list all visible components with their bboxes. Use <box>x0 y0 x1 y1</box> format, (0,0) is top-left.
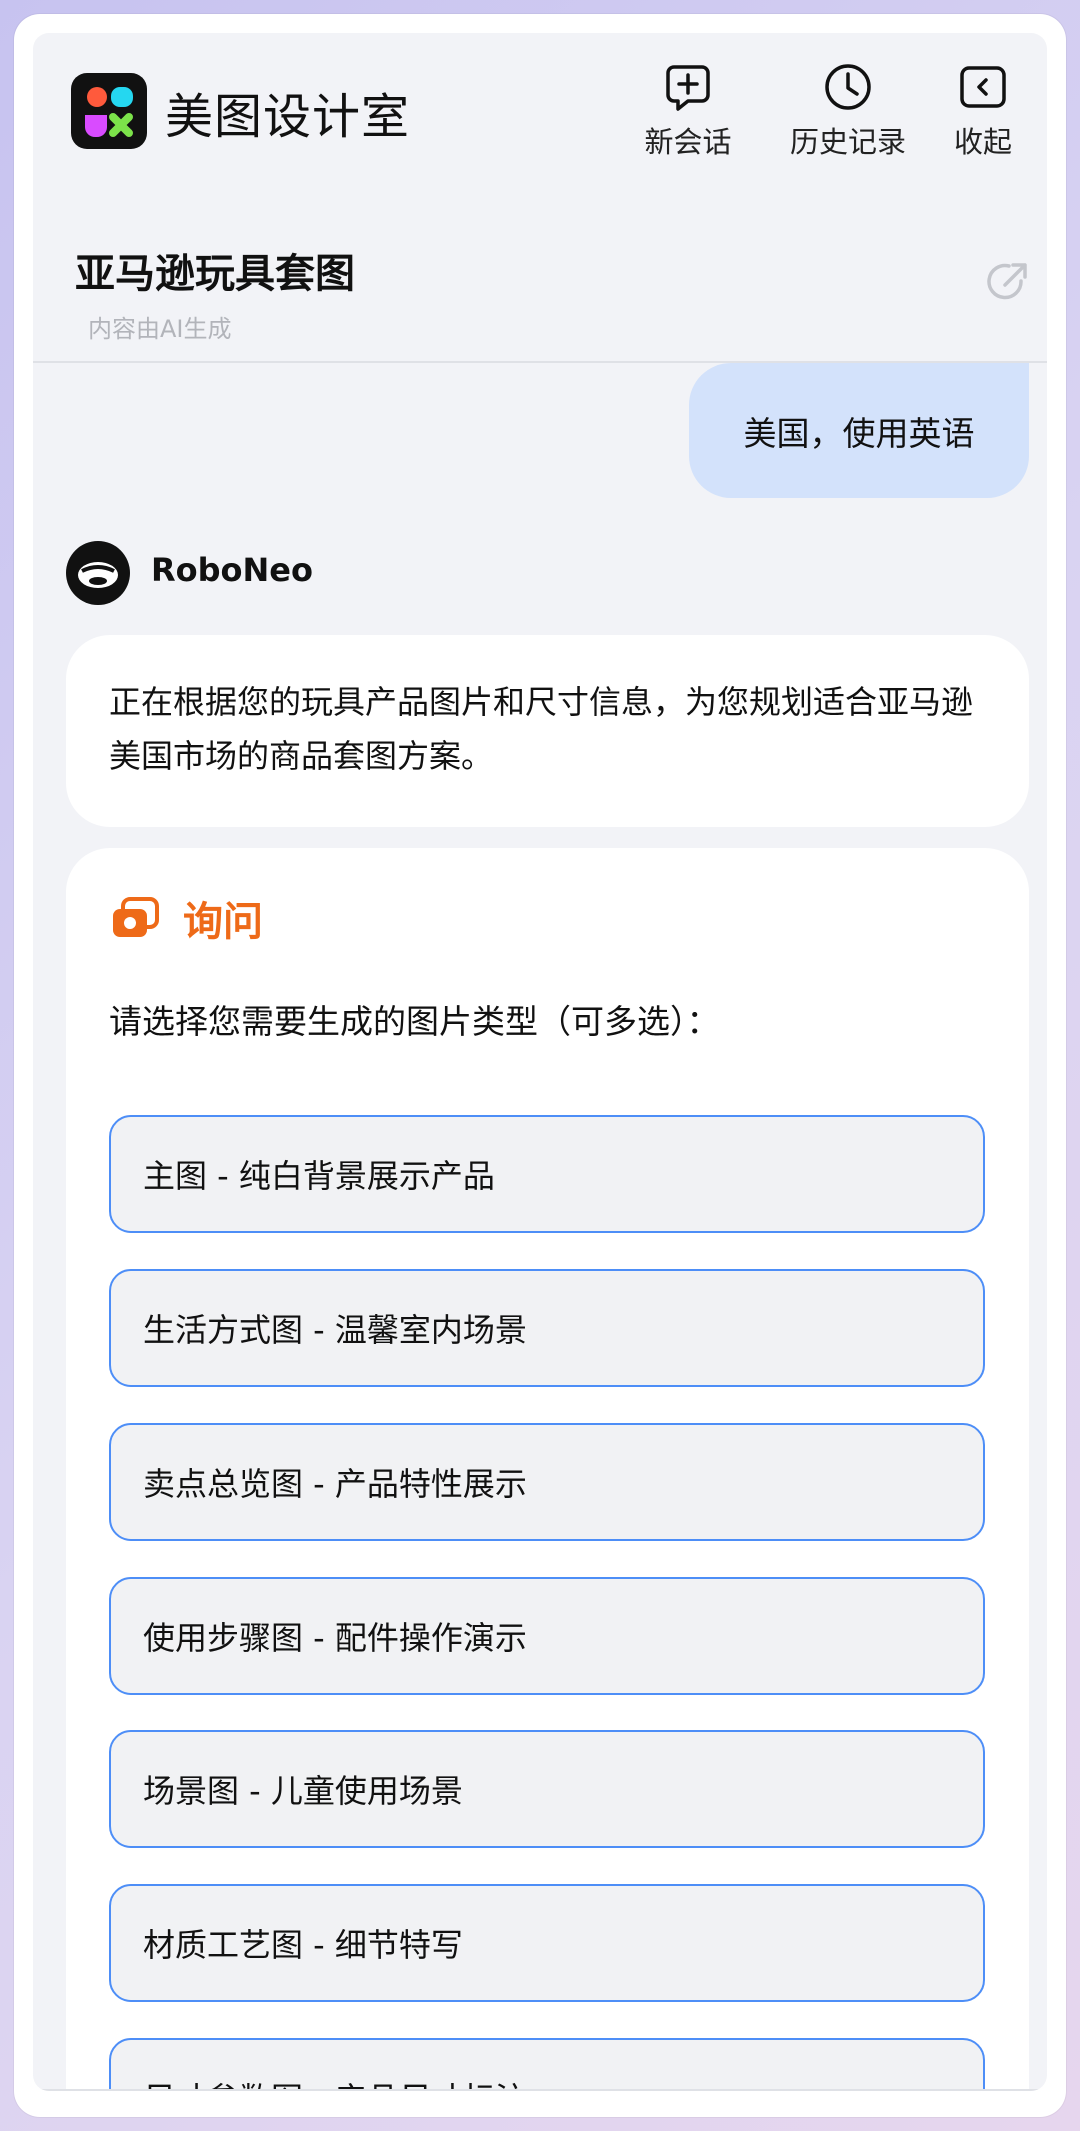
ask-icon <box>113 897 159 937</box>
chat-panel: 美图设计室 新会话 历史记录 收起 亚马逊玩具套图 内容由AI生成 美国，使用英… <box>33 33 1047 2091</box>
option-scene-image[interactable]: 场景图 - 儿童使用场景 <box>109 1730 985 1848</box>
new-chat-button[interactable]: 新会话 <box>633 61 743 161</box>
ai-generated-note: 内容由AI生成 <box>88 315 232 343</box>
new-chat-label: 新会话 <box>644 125 732 159</box>
option-size-image[interactable]: 尺寸参数图 - 产品尺寸标注 <box>109 2038 985 2091</box>
option-main-image[interactable]: 主图 - 纯白背景展示产品 <box>109 1115 985 1233</box>
ask-header: 询问 <box>111 893 263 945</box>
collapse-panel-icon <box>960 66 1006 108</box>
clock-icon <box>825 64 871 110</box>
collapse-label: 收起 <box>953 125 1012 159</box>
bot-name: RoboNeo <box>151 551 313 589</box>
user-message: 美国，使用英语 <box>689 363 1029 498</box>
collapse-button[interactable]: 收起 <box>938 61 1028 161</box>
bot-avatar <box>66 541 130 605</box>
app-logo-icon <box>71 73 147 149</box>
option-selling-points-image[interactable]: 卖点总览图 - 产品特性展示 <box>109 1423 985 1541</box>
header: 美图设计室 新会话 历史记录 收起 <box>33 33 1047 203</box>
option-usage-steps-image[interactable]: 使用步骤图 - 配件操作演示 <box>109 1577 985 1695</box>
bottom-divider <box>33 2089 1047 2091</box>
new-chat-icon <box>666 65 710 111</box>
app-name: 美图设计室 <box>165 89 411 145</box>
ask-title: 询问 <box>183 899 263 945</box>
bot-message: 正在根据您的玩具产品图片和尺寸信息，为您规划适合亚马逊美国市场的商品套图方案。 <box>66 635 1029 827</box>
share-icon[interactable] <box>981 257 1033 309</box>
conversation-title: 亚马逊玩具套图 <box>75 251 355 297</box>
history-label: 历史记录 <box>789 125 906 159</box>
history-button[interactable]: 历史记录 <box>768 61 928 161</box>
option-lifestyle-image[interactable]: 生活方式图 - 温馨室内场景 <box>109 1269 985 1387</box>
option-material-image[interactable]: 材质工艺图 - 细节特写 <box>109 1884 985 2002</box>
ask-question: 请选择您需要生成的图片类型（可多选）： <box>109 1002 720 1041</box>
ask-card: 询问 请选择您需要生成的图片类型（可多选）： 主图 - 纯白背景展示产品 生活方… <box>66 848 1029 2091</box>
robot-face-icon <box>78 562 118 588</box>
